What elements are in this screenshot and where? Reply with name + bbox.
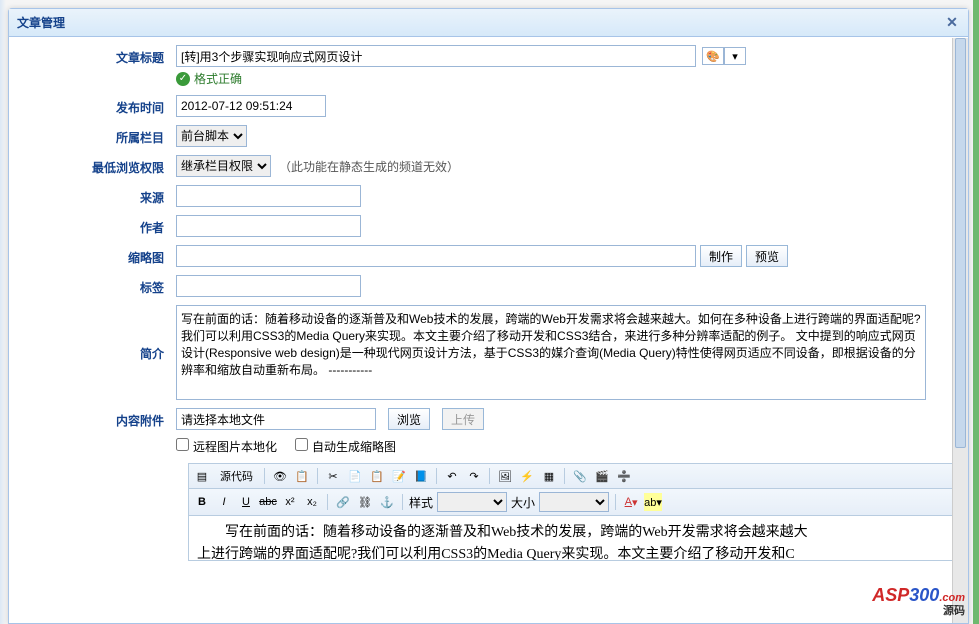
label-column: 所属栏目	[21, 125, 176, 146]
thumb-input[interactable]	[176, 245, 696, 267]
close-icon[interactable]: ✕	[944, 15, 960, 31]
sup-icon[interactable]: x₂	[303, 493, 321, 511]
source-input[interactable]	[176, 185, 361, 207]
dialog-title: 文章管理	[17, 14, 65, 31]
tags-input[interactable]	[176, 275, 361, 297]
source-icon[interactable]: ▤	[193, 467, 211, 485]
paste-icon[interactable]: 📋	[368, 467, 386, 485]
template-icon[interactable]: 📋	[293, 467, 311, 485]
cut-icon[interactable]: ✂	[324, 467, 342, 485]
label-intro: 简介	[21, 305, 176, 362]
check-icon: ✓	[176, 72, 190, 86]
size-label: 大小	[511, 494, 535, 511]
undo-icon[interactable]: ↶	[443, 467, 461, 485]
author-input[interactable]	[176, 215, 361, 237]
label-perm: 最低浏览权限	[21, 155, 176, 176]
redo-icon[interactable]: ↷	[465, 467, 483, 485]
perm-note: （此功能在静态生成的频道无效）	[279, 158, 459, 175]
label-author: 作者	[21, 215, 176, 236]
column-select[interactable]: 前台脚本	[176, 125, 247, 147]
paste-text-icon[interactable]: 📝	[390, 467, 408, 485]
article-manage-dialog: 文章管理 ✕ 文章标题 🎨 ▾ ✓ 格式正确 发布时间	[8, 8, 969, 624]
editor-body[interactable]: 写在前面的话：随着移动设备的逐渐普及和Web技术的发展，跨端的Web开发需求将会…	[189, 516, 968, 560]
color-picker-icon[interactable]: 🎨	[702, 47, 724, 65]
rich-editor: ▤ 源代码 👁 📋 ✂ 📄 📋 📝 📘 ↶ ↷ 🖼 ⚡ ▦ 📎	[188, 463, 968, 561]
source-button[interactable]: 源代码	[215, 467, 258, 485]
bold-icon[interactable]: B	[193, 493, 211, 511]
label-title: 文章标题	[21, 45, 176, 66]
flash-icon[interactable]: ⚡	[518, 467, 536, 485]
style-select[interactable]	[437, 492, 507, 512]
image-icon[interactable]: 🖼	[496, 467, 514, 485]
label-source: 来源	[21, 185, 176, 206]
media-icon[interactable]: 🎬	[593, 467, 611, 485]
validation-ok: ✓ 格式正确	[176, 70, 242, 87]
strike-icon[interactable]: abc	[259, 493, 277, 511]
style-label: 样式	[409, 494, 433, 511]
bg-color-icon[interactable]: ab▾	[644, 493, 662, 511]
label-attach: 内容附件	[21, 408, 176, 429]
make-button[interactable]: 制作	[700, 245, 742, 267]
size-select[interactable]	[539, 492, 609, 512]
underline-icon[interactable]: U	[237, 493, 255, 511]
preview-button[interactable]: 预览	[746, 245, 788, 267]
attachment-icon[interactable]: 📎	[571, 467, 589, 485]
anchor-icon[interactable]: ⚓	[378, 493, 396, 511]
dialog-scrollbar[interactable]	[952, 38, 968, 623]
upload-button[interactable]: 上传	[442, 408, 484, 430]
copy-icon[interactable]: 📄	[346, 467, 364, 485]
dialog-body: 文章标题 🎨 ▾ ✓ 格式正确 发布时间 所属栏目 前台脚本 最低浏	[9, 37, 968, 561]
label-thumb: 缩略图	[21, 245, 176, 266]
table-icon[interactable]: ▦	[540, 467, 558, 485]
editor-toolbar-2: B I U abc x² x₂ 🔗 ⛓ ⚓ 样式 大小 A▾ ab▾	[189, 489, 968, 516]
watermark-logo: ASP300.com 源码	[872, 585, 965, 618]
paste-word-icon[interactable]: 📘	[412, 467, 430, 485]
title-input[interactable]	[176, 45, 696, 67]
attach-input[interactable]	[176, 408, 376, 430]
label-tags: 标签	[21, 275, 176, 296]
outer-scrollbar[interactable]	[973, 0, 979, 624]
text-color-icon[interactable]: A▾	[622, 493, 640, 511]
italic-icon[interactable]: I	[215, 493, 233, 511]
page-left-edge	[0, 0, 6, 624]
perm-select[interactable]: 继承栏目权限	[176, 155, 271, 177]
browse-button[interactable]: 浏览	[388, 408, 430, 430]
time-input[interactable]	[176, 95, 326, 117]
scrollbar-thumb[interactable]	[955, 38, 966, 448]
page-break-icon[interactable]: ➗	[615, 467, 633, 485]
remote-img-checkbox[interactable]: 远程图片本地化	[176, 438, 277, 455]
preview-icon[interactable]: 👁	[271, 467, 289, 485]
label-time: 发布时间	[21, 95, 176, 116]
dialog-titlebar[interactable]: 文章管理 ✕	[9, 9, 968, 37]
dropdown-icon[interactable]: ▾	[724, 47, 746, 65]
unlink-icon[interactable]: ⛓	[356, 493, 374, 511]
intro-textarea[interactable]: 写在前面的话：随着移动设备的逐渐普及和Web技术的发展，跨端的Web开发需求将会…	[176, 305, 926, 400]
link-icon[interactable]: 🔗	[334, 493, 352, 511]
editor-toolbar-1: ▤ 源代码 👁 📋 ✂ 📄 📋 📝 📘 ↶ ↷ 🖼 ⚡ ▦ 📎	[189, 464, 968, 489]
sub-icon[interactable]: x²	[281, 493, 299, 511]
auto-thumb-checkbox[interactable]: 自动生成缩略图	[295, 438, 396, 455]
